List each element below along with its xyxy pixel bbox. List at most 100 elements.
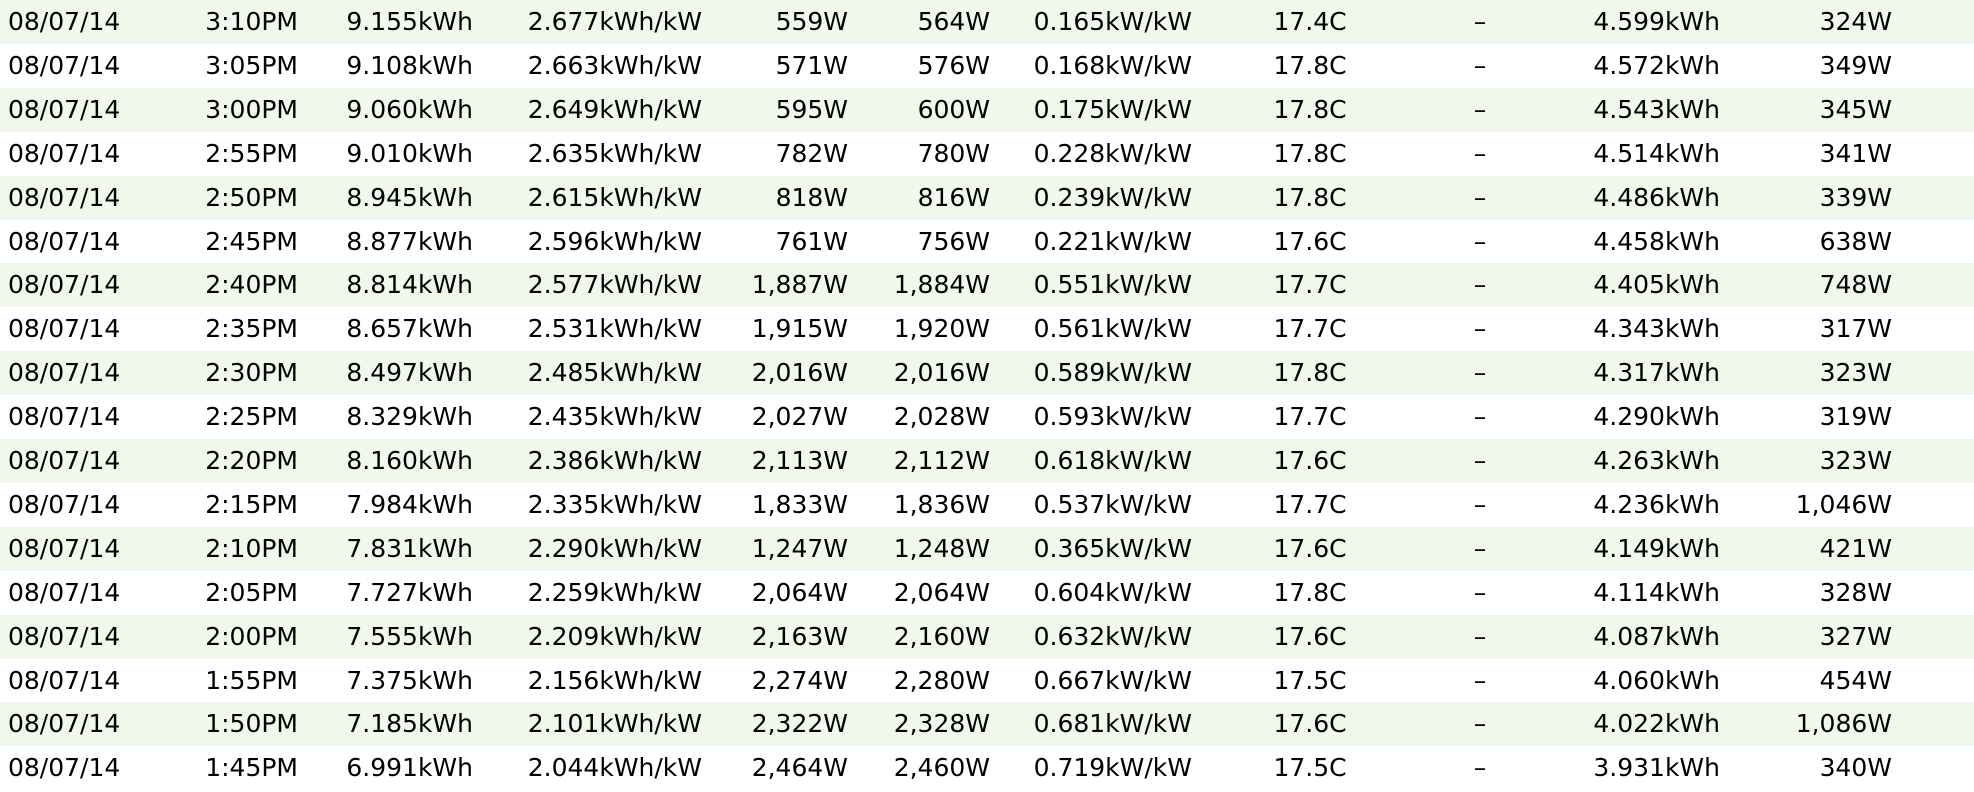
cell-consumption-power: 1,086W [1795,709,1892,739]
cell-time: 2:30PM [205,358,298,388]
cell-avg-power: 564W [917,7,990,36]
table-row[interactable]: 08/07/14 2:35PM 8.657kWh 2.531kWh/kW 1,915W 1… [0,307,1974,351]
cell-avg-power: 2,280W [893,665,990,695]
cell-consumption: 4.458kWh [1593,226,1720,256]
cell-consumption-power: 345W [1819,94,1892,124]
cell-date: 08/07/14 [8,753,121,783]
cell-time: 2:05PM [205,577,298,607]
cell-consumption: 4.114kWh [1593,577,1720,607]
cell-efficiency: 2.209kWh/kW [527,621,702,651]
cell-power: 571W [775,50,848,80]
cell-voltage: – [1473,226,1487,256]
table-row[interactable]: 08/07/14 2:10PM 7.831kWh 2.290kWh/kW 1,247W 1… [0,526,1974,571]
cell-avg-power: 2,460W [893,753,990,783]
cell-temperature: 17.8C [1273,138,1347,168]
cell-voltage: – [1473,577,1487,607]
cell-time: 2:00PM [205,621,298,651]
table-row[interactable]: 08/07/14 2:25PM 8.329kWh 2.435kWh/kW 2,027W 2… [0,395,1974,439]
cell-voltage: – [1473,753,1487,783]
table-row[interactable]: 08/07/14 2:30PM 8.497kWh 2.485kWh/kW 2,016W 2… [0,351,1974,396]
table-row[interactable]: 08/07/14 2:55PM 9.010kWh 2.635kWh/kW 782W 780… [0,132,1974,176]
cell-energy: 7.727kWh [346,577,473,607]
cell-avg-power: 1,920W [893,314,990,344]
table-row[interactable]: 08/07/14 1:55PM 7.375kWh 2.156kWh/kW 2,274W 2… [0,659,1974,703]
cell-voltage: – [1473,358,1487,388]
cell-avg-power: 1,248W [893,533,990,563]
cell-date: 08/07/14 [8,446,121,475]
cell-temperature: 17.7C [1273,489,1347,519]
cell-consumption-power: 638W [1819,226,1892,256]
cell-consumption: 4.486kWh [1593,182,1720,212]
table-row[interactable]: 08/07/14 2:15PM 7.984kWh 2.335kWh/kW 1,833W 1… [0,483,1974,527]
table-row[interactable]: 08/07/14 3:10PM 9.155kWh 2.677kWh/kW 559W 564… [0,0,1974,44]
cell-consumption: 4.087kWh [1593,621,1720,651]
cell-energy: 8.160kWh [346,446,473,475]
cell-temperature: 17.8C [1273,94,1347,124]
table-row[interactable]: 08/07/14 2:00PM 7.555kWh 2.209kWh/kW 2,163W 2… [0,614,1974,659]
cell-avg-power: 780W [917,138,990,168]
cell-normalised: 0.632kW/kW [1033,621,1192,651]
cell-temperature: 17.7C [1273,402,1347,432]
cell-voltage: – [1473,489,1487,519]
table-row[interactable]: 08/07/14 2:20PM 8.160kWh 2.386kWh/kW 2,113W 2… [0,439,1974,483]
cell-avg-power: 816W [917,182,990,212]
cell-time: 3:00PM [205,94,298,124]
cell-efficiency: 2.635kWh/kW [527,138,702,168]
cell-date: 08/07/14 [8,138,121,168]
cell-voltage: – [1473,138,1487,168]
cell-voltage: – [1473,50,1487,80]
cell-efficiency: 2.435kWh/kW [527,402,702,432]
table-row[interactable]: 08/07/14 2:45PM 8.877kWh 2.596kWh/kW 761W 756… [0,220,1974,264]
cell-energy: 7.555kWh [346,621,473,651]
cell-power: 2,027W [751,402,848,432]
cell-consumption-power: 339W [1819,182,1892,212]
cell-normalised: 0.175kW/kW [1033,94,1192,124]
cell-power: 818W [775,182,848,212]
cell-power: 2,163W [751,621,848,651]
cell-consumption: 4.060kWh [1593,665,1720,695]
cell-date: 08/07/14 [8,577,121,607]
cell-consumption-power: 327W [1819,621,1892,651]
cell-energy: 8.814kWh [346,270,473,300]
cell-efficiency: 2.577kWh/kW [527,270,702,300]
cell-energy: 8.497kWh [346,358,473,388]
cell-normalised: 0.221kW/kW [1033,226,1192,256]
table-row[interactable]: 08/07/14 3:00PM 9.060kWh 2.649kWh/kW 595W 600… [0,87,1974,132]
cell-energy: 9.060kWh [346,94,473,124]
table-row[interactable]: 08/07/14 1:50PM 7.185kWh 2.101kWh/kW 2,322W 2… [0,702,1974,747]
cell-energy: 8.329kWh [346,402,473,432]
cell-voltage: – [1473,709,1487,739]
cell-consumption-power: 1,046W [1795,489,1892,519]
cell-date: 08/07/14 [8,94,121,124]
cell-consumption-power: 319W [1819,402,1892,432]
cell-time: 1:45PM [205,753,298,783]
cell-time: 2:55PM [205,138,298,168]
cell-avg-power: 2,016W [893,358,990,388]
cell-normalised: 0.228kW/kW [1033,138,1192,168]
cell-voltage: – [1473,533,1487,563]
cell-date: 08/07/14 [8,358,121,388]
cell-consumption-power: 323W [1819,358,1892,388]
cell-normalised: 0.165kW/kW [1033,7,1192,36]
cell-power: 2,274W [751,665,848,695]
cell-consumption: 4.514kWh [1593,138,1720,168]
cell-time: 1:55PM [205,665,298,695]
cell-efficiency: 2.044kWh/kW [527,753,702,783]
cell-consumption: 4.236kWh [1593,489,1720,519]
table-row[interactable]: 08/07/14 1:45PM 6.991kWh 2.044kWh/kW 2,464W 2… [0,746,1974,790]
table-row[interactable]: 08/07/14 2:50PM 8.945kWh 2.615kWh/kW 818W 816… [0,175,1974,220]
cell-time: 2:10PM [205,533,298,563]
cell-date: 08/07/14 [8,314,121,344]
cell-date: 08/07/14 [8,226,121,256]
table-row[interactable]: 08/07/14 2:40PM 8.814kWh 2.577kWh/kW 1,887W 1… [0,263,1974,308]
cell-consumption: 4.572kWh [1593,50,1720,80]
cell-voltage: – [1473,446,1487,475]
cell-consumption-power: 349W [1819,50,1892,80]
cell-avg-power: 756W [917,226,990,256]
cell-date: 08/07/14 [8,7,121,36]
table-row[interactable]: 08/07/14 3:05PM 9.108kWh 2.663kWh/kW 571W 576… [0,44,1974,88]
cell-temperature: 17.4C [1273,7,1347,36]
cell-voltage: – [1473,621,1487,651]
cell-date: 08/07/14 [8,50,121,80]
table-row[interactable]: 08/07/14 2:05PM 7.727kWh 2.259kWh/kW 2,064W 2… [0,571,1974,615]
